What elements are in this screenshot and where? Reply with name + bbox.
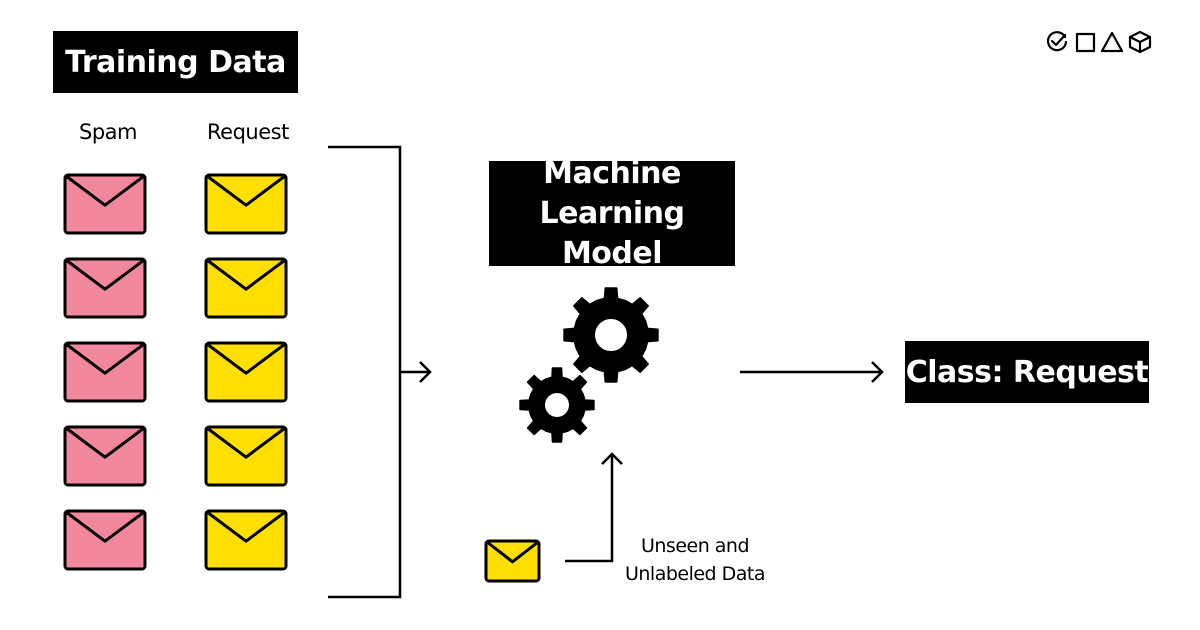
request-envelope-icon	[204, 341, 288, 403]
request-envelope-icon	[204, 173, 288, 235]
diagram-canvas	[63, 145, 884, 599]
unseen-envelope-icon	[484, 539, 541, 583]
unseen-envelope	[484, 539, 541, 583]
request-envelope-icon	[204, 425, 288, 487]
request-envelope-icon	[204, 257, 288, 319]
spam-envelope-icon	[63, 425, 147, 487]
spam-envelope-icon	[63, 257, 147, 319]
training-envelopes	[63, 173, 288, 571]
arrow-to-output	[740, 361, 884, 383]
arrow-from-input	[565, 452, 623, 563]
small-gear-icon	[519, 367, 595, 443]
request-envelope-icon	[204, 509, 288, 571]
arrow-to-model	[400, 361, 432, 383]
spam-envelope-icon	[63, 341, 147, 403]
gears-icon	[519, 287, 659, 443]
large-gear-icon	[563, 287, 659, 383]
training-bracket	[328, 145, 402, 599]
spam-envelope-icon	[63, 509, 147, 571]
spam-envelope-icon	[63, 173, 147, 235]
